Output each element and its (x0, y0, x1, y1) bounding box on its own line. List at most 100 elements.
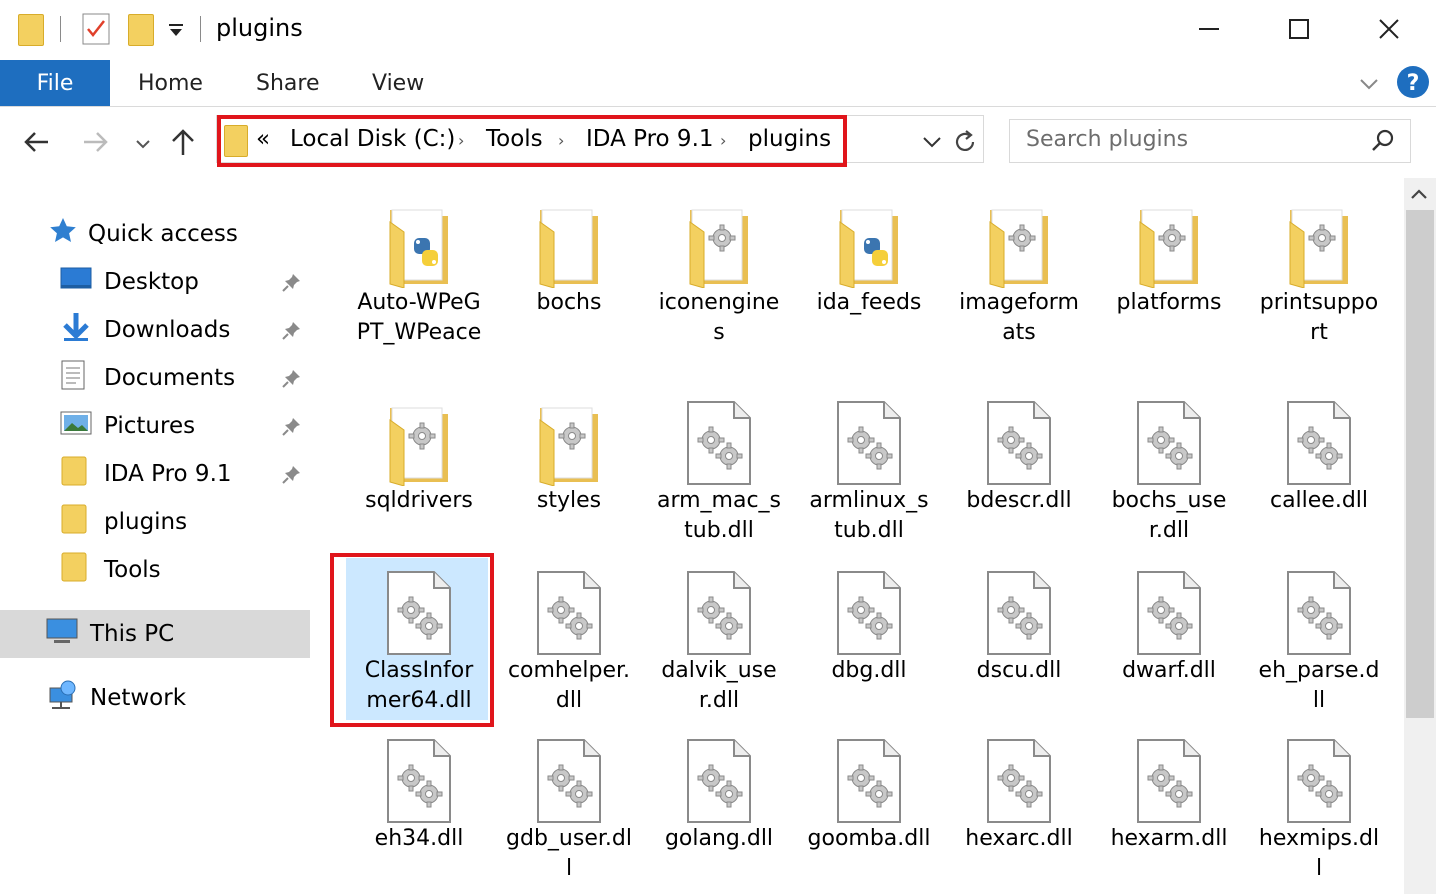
sidebar-item-plugins[interactable]: plugins (60, 500, 310, 544)
customize-toolbar-icon[interactable] (168, 22, 184, 42)
file-item[interactable]: eh34.dll (346, 732, 492, 854)
selected-file-annotation (330, 553, 494, 727)
file-item[interactable]: golang.dll (646, 732, 792, 854)
file-item[interactable]: gdb_user.dll (496, 732, 642, 884)
folder-item[interactable]: Auto-WPeGPT_WPeace (346, 198, 492, 348)
ribbon-tabs: File Home Share View ? (0, 60, 1436, 107)
nav-this-pc[interactable]: This PC (46, 612, 174, 656)
new-folder-icon[interactable] (128, 14, 154, 46)
scrollbar-thumb[interactable] (1406, 210, 1434, 718)
file-item[interactable]: armlinux_stub.dll (796, 396, 942, 546)
folder-item[interactable]: iconengines (646, 198, 792, 348)
folder-icon[interactable] (18, 14, 44, 46)
file-name: styles (536, 488, 602, 513)
file-name: platforms (1116, 290, 1222, 315)
network-icon (46, 680, 80, 716)
dll-file-icon (1096, 732, 1242, 824)
sidebar-item-tools[interactable]: Tools (60, 548, 310, 592)
folder-item[interactable]: bochs (496, 198, 642, 318)
tab-share[interactable]: Share (256, 60, 320, 106)
address-dropdown-icon[interactable] (922, 135, 942, 154)
dll-file-icon (646, 564, 792, 656)
folder-item[interactable]: printsupport (1246, 198, 1392, 348)
folder-icon (496, 396, 642, 486)
file-item[interactable]: dscu.dll (946, 564, 1092, 686)
nav-quick-access[interactable]: Quick access (48, 212, 238, 256)
file-item[interactable]: dwarf.dll (1096, 564, 1242, 686)
dll-file-icon (946, 732, 1092, 824)
pin-icon[interactable] (282, 320, 302, 346)
dll-file-icon (346, 732, 492, 824)
nav-label: Pictures (104, 413, 196, 439)
file-item[interactable]: hexarm.dll (1096, 732, 1242, 854)
nav-label: Downloads (104, 317, 231, 343)
sidebar-item-ida-pro-9-1[interactable]: IDA Pro 9.1 (60, 452, 310, 496)
sidebar-item-downloads[interactable]: Downloads (60, 308, 310, 352)
folder-item[interactable]: sqldrivers (346, 396, 492, 516)
scroll-up-icon[interactable] (1410, 186, 1428, 205)
close-button[interactable] (1344, 0, 1434, 58)
properties-icon[interactable] (82, 13, 110, 49)
file-item[interactable]: goomba.dll (796, 732, 942, 854)
up-arrow-icon[interactable] (170, 127, 196, 161)
star-icon (48, 216, 78, 252)
help-icon[interactable]: ? (1396, 65, 1430, 103)
nav-label: IDA Pro 9.1 (104, 461, 232, 487)
file-item[interactable]: hexarc.dll (946, 732, 1092, 854)
file-name: eh34.dll (374, 826, 464, 851)
folder-item[interactable]: styles (496, 396, 642, 516)
file-name: armlinux_stub.dll (809, 488, 929, 543)
file-item[interactable]: arm_mac_stub.dll (646, 396, 792, 546)
file-name: gdb_user.dll (506, 826, 632, 881)
file-item[interactable]: bochs_user.dll (1096, 396, 1242, 546)
dll-file-icon (1096, 564, 1242, 656)
file-item[interactable]: comhelper.dll (496, 564, 642, 716)
file-item[interactable]: bdescr.dll (946, 396, 1092, 516)
file-name: dbg.dll (831, 658, 907, 683)
minimize-button[interactable] (1164, 0, 1254, 58)
search-input[interactable]: Search plugins (1009, 119, 1411, 163)
tab-home[interactable]: Home (138, 60, 203, 106)
folder-item[interactable]: ida_feeds (796, 198, 942, 318)
pin-icon[interactable] (282, 368, 302, 394)
folder-item[interactable]: imageformats (946, 198, 1092, 348)
folder-icon (646, 198, 792, 288)
dll-file-icon (946, 396, 1092, 486)
file-item[interactable]: hexmips.dll (1246, 732, 1392, 884)
pin-icon[interactable] (282, 416, 302, 442)
folder-icon (60, 503, 94, 541)
file-name: bdescr.dll (966, 488, 1072, 513)
dll-file-icon (946, 564, 1092, 656)
pin-icon[interactable] (282, 464, 302, 490)
sidebar-item-pictures[interactable]: Pictures (60, 404, 310, 448)
dll-file-icon (646, 732, 792, 824)
python-folder-icon (796, 198, 942, 288)
nav-label: Network (90, 685, 187, 711)
tab-file[interactable]: File (0, 60, 110, 106)
back-arrow-icon[interactable] (22, 129, 50, 159)
folder-item[interactable]: platforms (1096, 198, 1242, 318)
maximize-button[interactable] (1254, 0, 1344, 58)
forward-arrow-icon[interactable] (82, 129, 110, 159)
toolbar-separator (60, 16, 61, 42)
tab-view[interactable]: View (372, 60, 424, 106)
file-item[interactable]: dbg.dll (796, 564, 942, 686)
file-name: bochs (536, 290, 602, 315)
recent-locations-icon[interactable] (136, 135, 150, 154)
nav-network[interactable]: Network (46, 676, 186, 720)
nav-label: This PC (90, 621, 175, 647)
toolbar-separator (200, 16, 201, 42)
refresh-icon[interactable] (952, 129, 978, 159)
file-item[interactable]: callee.dll (1246, 396, 1392, 516)
file-item[interactable]: dalvik_user.dll (646, 564, 792, 716)
folder-icon (496, 198, 642, 288)
title-bar: plugins (0, 0, 1436, 60)
search-icon[interactable] (1370, 128, 1396, 158)
nav-label: Tools (104, 557, 161, 583)
file-item[interactable]: eh_parse.dll (1246, 564, 1392, 716)
sidebar-item-documents[interactable]: Documents (60, 356, 310, 400)
pin-icon[interactable] (282, 272, 302, 298)
navigation-pane: Quick access Desktop Downloads Documents Pi… (0, 178, 316, 894)
sidebar-item-desktop[interactable]: Desktop (60, 260, 310, 304)
expand-ribbon-icon[interactable] (1358, 72, 1380, 98)
